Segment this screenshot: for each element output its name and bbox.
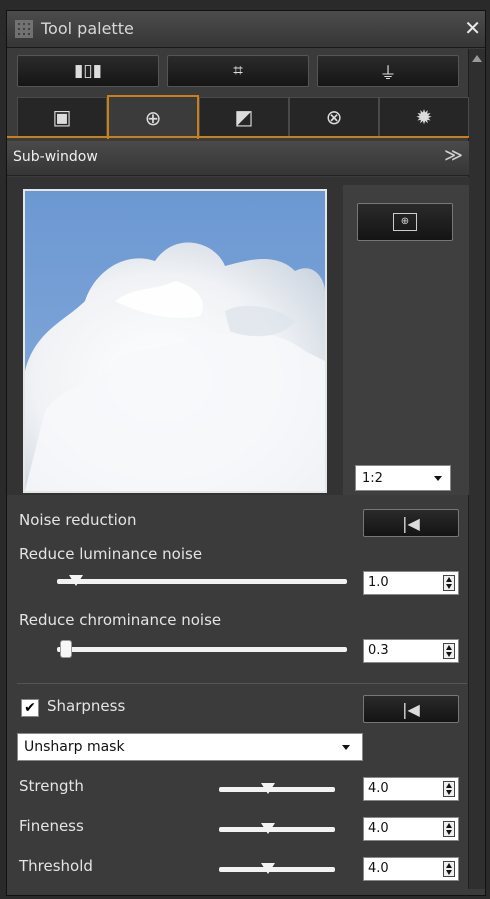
chrominance-value: 0.3 <box>368 643 389 658</box>
section-divider <box>17 683 467 684</box>
tab-basic-adjustment[interactable]: ▣ <box>17 97 107 136</box>
window-title: Tool palette <box>41 19 134 38</box>
settings-icon: ✹ <box>415 105 433 129</box>
scroll-up-arrow-icon[interactable] <box>472 55 482 62</box>
spinner-arrows-icon[interactable] <box>443 575 455 591</box>
stamp-tool-icon: ⏚ <box>379 63 397 84</box>
preview-image[interactable] <box>23 189 327 493</box>
chrominance-noise-label: Reduce chrominance noise <box>19 611 222 629</box>
sub-window-label: Sub-window <box>13 149 98 165</box>
fit-frame-icon: ⊕ <box>393 213 417 231</box>
tab-color[interactable]: ⊗ <box>289 97 379 136</box>
spinner-arrows-icon[interactable] <box>443 781 455 797</box>
sharpness-label: Sharpness <box>47 697 126 715</box>
collapse-chevron-icon[interactable]: ≫ <box>444 145 463 166</box>
spinner-arrows-icon[interactable] <box>443 821 455 837</box>
strength-slider-thumb[interactable] <box>261 783 275 794</box>
threshold-value-input[interactable]: 4.0 <box>363 857 459 881</box>
luminance-value: 1.0 <box>368 575 389 590</box>
strength-slider-track[interactable] <box>219 787 335 792</box>
grip-grid-icon <box>15 20 33 38</box>
sharpness-method-value: Unsharp mask <box>24 739 125 755</box>
fineness-slider-thumb[interactable] <box>261 823 275 834</box>
tool-palette-window: Tool palette ✕ ▮▯▮ ⌗ ⏚ ▣ ⊕ ◩ ⊗ ✹ Sub-win… <box>6 10 486 896</box>
sub-window-controls: ⊕ 1:2 <box>343 185 469 495</box>
threshold-value: 4.0 <box>368 861 389 876</box>
close-button[interactable]: ✕ <box>464 16 481 40</box>
chrominance-slider-thumb[interactable] <box>61 641 71 657</box>
noise-reduction-label: Noise reduction <box>19 511 137 529</box>
sharpness-reset-button[interactable]: |◀ <box>363 695 459 723</box>
dropdown-arrow-icon <box>434 476 442 481</box>
fineness-slider-track[interactable] <box>219 827 335 832</box>
chrominance-slider-track[interactable] <box>57 647 347 652</box>
spinner-arrows-icon[interactable] <box>443 643 455 659</box>
zoom-ratio-select[interactable]: 1:2 <box>355 465 451 491</box>
luminance-slider-track[interactable] <box>57 579 347 584</box>
dropdown-arrow-icon <box>342 745 350 750</box>
strength-label: Strength <box>19 777 84 795</box>
crop-tool-button[interactable]: ⌗ <box>167 55 309 87</box>
fineness-label: Fineness <box>19 817 84 835</box>
tab-tone-curve[interactable]: ◩ <box>199 97 289 136</box>
fineness-value-input[interactable]: 4.0 <box>363 817 459 841</box>
reset-undo-icon: |◀ <box>402 513 420 533</box>
sub-window-panel: ⊕ 1:2 <box>7 177 469 495</box>
threshold-slider-track[interactable] <box>219 867 335 872</box>
basic-image-adjustment-icon: ▣ <box>52 105 72 129</box>
straighten-tool-icon: ▮▯▮ <box>73 61 103 81</box>
color-adjustment-icon: ⊗ <box>325 105 343 129</box>
sharpness-method-select[interactable]: Unsharp mask <box>17 733 363 761</box>
fit-view-button[interactable]: ⊕ <box>357 203 453 241</box>
threshold-slider-thumb[interactable] <box>261 863 275 874</box>
luminance-noise-label: Reduce luminance noise <box>19 545 203 563</box>
sharpness-checkbox[interactable]: ✔ <box>21 699 39 717</box>
detail-zoom-icon: ⊕ <box>144 106 162 130</box>
tab-underline <box>7 136 469 138</box>
stamp-tool-button[interactable]: ⏚ <box>317 55 459 87</box>
reset-undo-icon: |◀ <box>402 699 420 719</box>
sub-window-header[interactable]: Sub-window ≫ <box>7 141 469 176</box>
tab-detail[interactable]: ⊕ <box>107 95 199 139</box>
title-bar[interactable]: Tool palette ✕ <box>7 11 485 48</box>
fineness-value: 4.0 <box>368 821 389 836</box>
zoom-ratio-value: 1:2 <box>362 470 383 486</box>
vertical-scrollbar[interactable] <box>468 49 485 889</box>
chrominance-value-input[interactable]: 0.3 <box>363 639 459 663</box>
straighten-tool-button[interactable]: ▮▯▮ <box>17 55 159 87</box>
strength-value-input[interactable]: 4.0 <box>363 777 459 801</box>
noise-reduction-reset-button[interactable]: |◀ <box>363 509 459 537</box>
threshold-label: Threshold <box>19 857 93 875</box>
luminance-slider-thumb[interactable] <box>69 575 83 586</box>
strength-value: 4.0 <box>368 781 389 796</box>
tone-curve-icon: ◩ <box>234 105 254 129</box>
tab-settings[interactable]: ✹ <box>379 97 469 136</box>
luminance-value-input[interactable]: 1.0 <box>363 571 459 595</box>
crop-tool-icon: ⌗ <box>233 61 243 81</box>
spinner-arrows-icon[interactable] <box>443 861 455 877</box>
